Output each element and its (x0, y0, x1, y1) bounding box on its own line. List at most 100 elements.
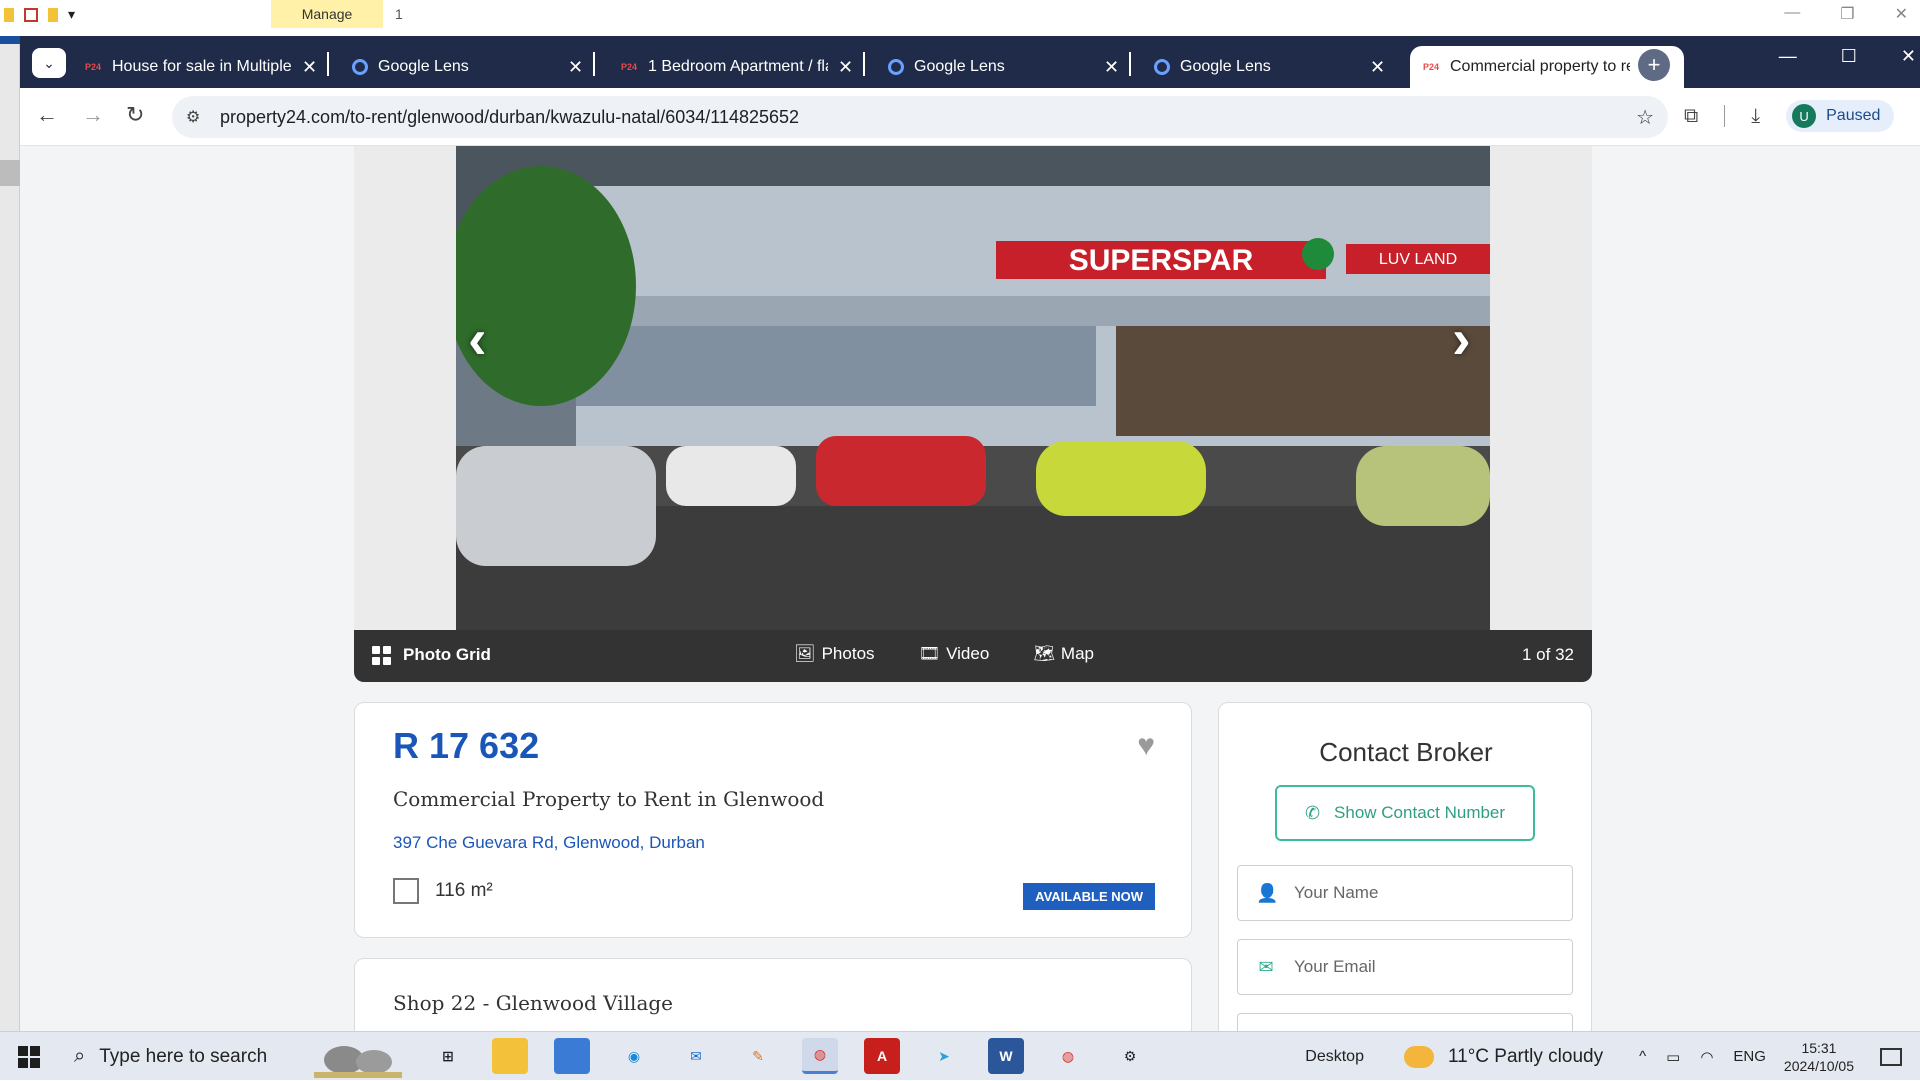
listing-photo[interactable]: SUPERSPAR LUV LAND (456, 146, 1490, 630)
luv-land-sign: LUV LAND (1379, 251, 1457, 268)
previous-photo-arrow-icon[interactable]: ‹ (468, 306, 487, 371)
page-content: SUPERSPAR LUV LAND ‹ › Photo Grid 🖼 Phot… (20, 146, 1920, 1031)
settings-gear-icon[interactable]: ⚙ (1112, 1038, 1148, 1074)
map-button[interactable]: 🗺 Map (1033, 644, 1094, 664)
tab-search-button[interactable]: ⌄ (32, 48, 66, 78)
show-hidden-icons-icon[interactable]: ^ (1639, 1048, 1646, 1066)
minimize-icon[interactable]: — (1784, 4, 1800, 24)
dropdown-arrow-icon[interactable]: ▾ (68, 6, 75, 23)
site-settings-icon[interactable]: ⚙ (186, 107, 208, 127)
photos-button[interactable]: 🖼 Photos (794, 644, 875, 664)
video-button[interactable]: 🎞 Video (919, 644, 990, 664)
new-tab-button[interactable]: + (1638, 49, 1670, 81)
background-app-sidebar (0, 36, 20, 1031)
photo-grid-button[interactable]: Photo Grid (372, 645, 491, 665)
close-tab-icon[interactable]: ✕ (838, 57, 853, 78)
word-icon[interactable]: W (988, 1038, 1024, 1074)
desktop-toolbar-label[interactable]: Desktop (1305, 1048, 1364, 1066)
show-contact-number-button[interactable]: ✆ Show Contact Number (1275, 785, 1535, 841)
weather-widget[interactable]: 11°C Partly cloudy (1403, 1045, 1604, 1068)
tray-icons: ^ ▭ ◠ ENG (1639, 1048, 1766, 1066)
mail-icon[interactable]: ✉ (678, 1038, 714, 1074)
tab-google-lens-2[interactable]: Google Lens ✕ (888, 46, 1132, 88)
language-indicator[interactable]: ENG (1733, 1048, 1766, 1066)
close-icon[interactable]: ✕ (1895, 4, 1908, 24)
tab-bar: ⌄ P24 House for sale in Multiple S ✕ Goo… (20, 36, 1920, 88)
tab-house-for-sale[interactable]: P24 House for sale in Multiple S ✕ (84, 46, 330, 88)
next-photo-arrow-icon[interactable]: › (1452, 306, 1471, 371)
manage-tab[interactable]: Manage (271, 0, 383, 28)
weather-text: 11°C Partly cloudy (1447, 1045, 1604, 1067)
taskbar-search[interactable]: ⌕ Type here to search (62, 1032, 412, 1081)
property24-favicon-icon: P24 (1422, 62, 1439, 72)
close-tab-icon[interactable]: ✕ (568, 57, 583, 78)
close-icon[interactable]: ✕ (1901, 46, 1916, 67)
phone-field[interactable] (1237, 1013, 1573, 1031)
system-tray: Desktop 11°C Partly cloudy ^ ▭ ◠ ENG 15:… (1305, 1032, 1920, 1081)
minimize-icon[interactable]: — (1779, 46, 1797, 67)
windows-start-icon[interactable] (18, 1046, 40, 1068)
paint-icon[interactable]: ✎ (740, 1038, 776, 1074)
video-label: Video (946, 644, 990, 663)
floor-area-icon (393, 878, 419, 904)
chrome-icon[interactable]: ◍ (802, 1038, 838, 1074)
listing-price: R 17 632 (393, 725, 540, 766)
checkbox-icon[interactable] (24, 7, 38, 22)
url-text[interactable]: property24.com/to-rent/glenwood/durban/k… (220, 107, 799, 128)
file-explorer-icon[interactable] (492, 1038, 528, 1074)
tab-bedroom-apartment[interactable]: P24 1 Bedroom Apartment / fla ✕ (620, 46, 866, 88)
tab-google-lens-3[interactable]: Google Lens ✕ (1154, 46, 1385, 88)
restore-icon[interactable]: ❐ (1840, 4, 1854, 24)
microsoft-store-icon[interactable] (554, 1038, 590, 1074)
user-icon: 👤 (1256, 882, 1279, 903)
partly-cloudy-icon (1403, 1045, 1434, 1068)
acrobat-icon[interactable]: A (864, 1038, 900, 1074)
back-arrow-icon[interactable]: ← (36, 102, 58, 128)
email-field[interactable]: ✉ (1237, 939, 1573, 995)
name-input[interactable] (1294, 883, 1554, 903)
close-tab-icon[interactable]: ✕ (302, 57, 317, 78)
tab-google-lens-1[interactable]: Google Lens ✕ (352, 46, 596, 88)
wifi-icon[interactable]: ◠ (1700, 1048, 1713, 1066)
email-input[interactable] (1294, 957, 1554, 977)
close-tab-icon[interactable]: ✕ (1104, 57, 1119, 78)
name-field[interactable]: 👤 (1237, 865, 1573, 921)
forward-arrow-icon[interactable]: → (82, 102, 104, 128)
show-contact-label: Show Contact Number (1334, 803, 1506, 822)
floor-size-value: 116 m² (435, 880, 493, 901)
listing-address-link[interactable]: 397 Che Guevara Rd, Glenwood, Durban (393, 833, 705, 853)
chrome-profile-icon[interactable]: ◍ (1050, 1038, 1086, 1074)
search-icon: ⌕ (74, 1045, 86, 1067)
reload-icon[interactable]: ↻ (126, 102, 144, 128)
listing-description-card: Shop 22 - Glenwood Village (354, 958, 1192, 1031)
profile-status: Paused (1826, 107, 1881, 124)
clock[interactable]: 15:31 2024/10/05 (1784, 1039, 1854, 1075)
profile-button[interactable]: U Paused (1786, 100, 1895, 132)
browser-toolbar: ← → ↻ ⚙ property24.com/to-rent/glenwood/… (20, 88, 1920, 146)
toolbar-divider (1724, 105, 1726, 127)
windows-taskbar: ⌕ Type here to search ⊞ ◉ ✉ ✎ ◍ A ➤ W ◍ … (0, 1031, 1920, 1080)
building-photo-image: SUPERSPAR LUV LAND (456, 146, 1490, 630)
folder-icon[interactable] (48, 7, 58, 22)
background-window-controls: — ❐ ✕ (1784, 4, 1908, 24)
map-label: Map (1060, 644, 1094, 663)
telegram-icon[interactable]: ➤ (926, 1038, 962, 1074)
address-bar[interactable]: ⚙ property24.com/to-rent/glenwood/durban… (172, 96, 1668, 138)
extensions-icon[interactable]: ⧉ (1684, 105, 1698, 128)
floor-size: 116 m² (393, 878, 493, 904)
edge-icon[interactable]: ◉ (616, 1038, 652, 1074)
maximize-icon[interactable]: ☐ (1841, 46, 1857, 67)
battery-icon[interactable]: ▭ (1666, 1048, 1680, 1066)
notification-icon[interactable] (1880, 1047, 1902, 1066)
bookmark-star-icon[interactable]: ☆ (1636, 105, 1654, 130)
photo-counter: 1 of 32 (1522, 645, 1574, 664)
film-icon: 🎞 (918, 644, 941, 663)
tab-title: Google Lens (914, 58, 1005, 75)
task-view-icon[interactable]: ⊞ (430, 1038, 466, 1074)
favourite-heart-icon[interactable]: ♥ (1137, 729, 1155, 763)
folder-icon[interactable] (4, 7, 14, 22)
close-tab-icon[interactable]: ✕ (1370, 57, 1385, 78)
property24-favicon-icon: P24 (84, 62, 101, 72)
download-icon[interactable]: ⤓ (1751, 105, 1760, 128)
clock-date: 2024/10/05 (1783, 1057, 1854, 1074)
